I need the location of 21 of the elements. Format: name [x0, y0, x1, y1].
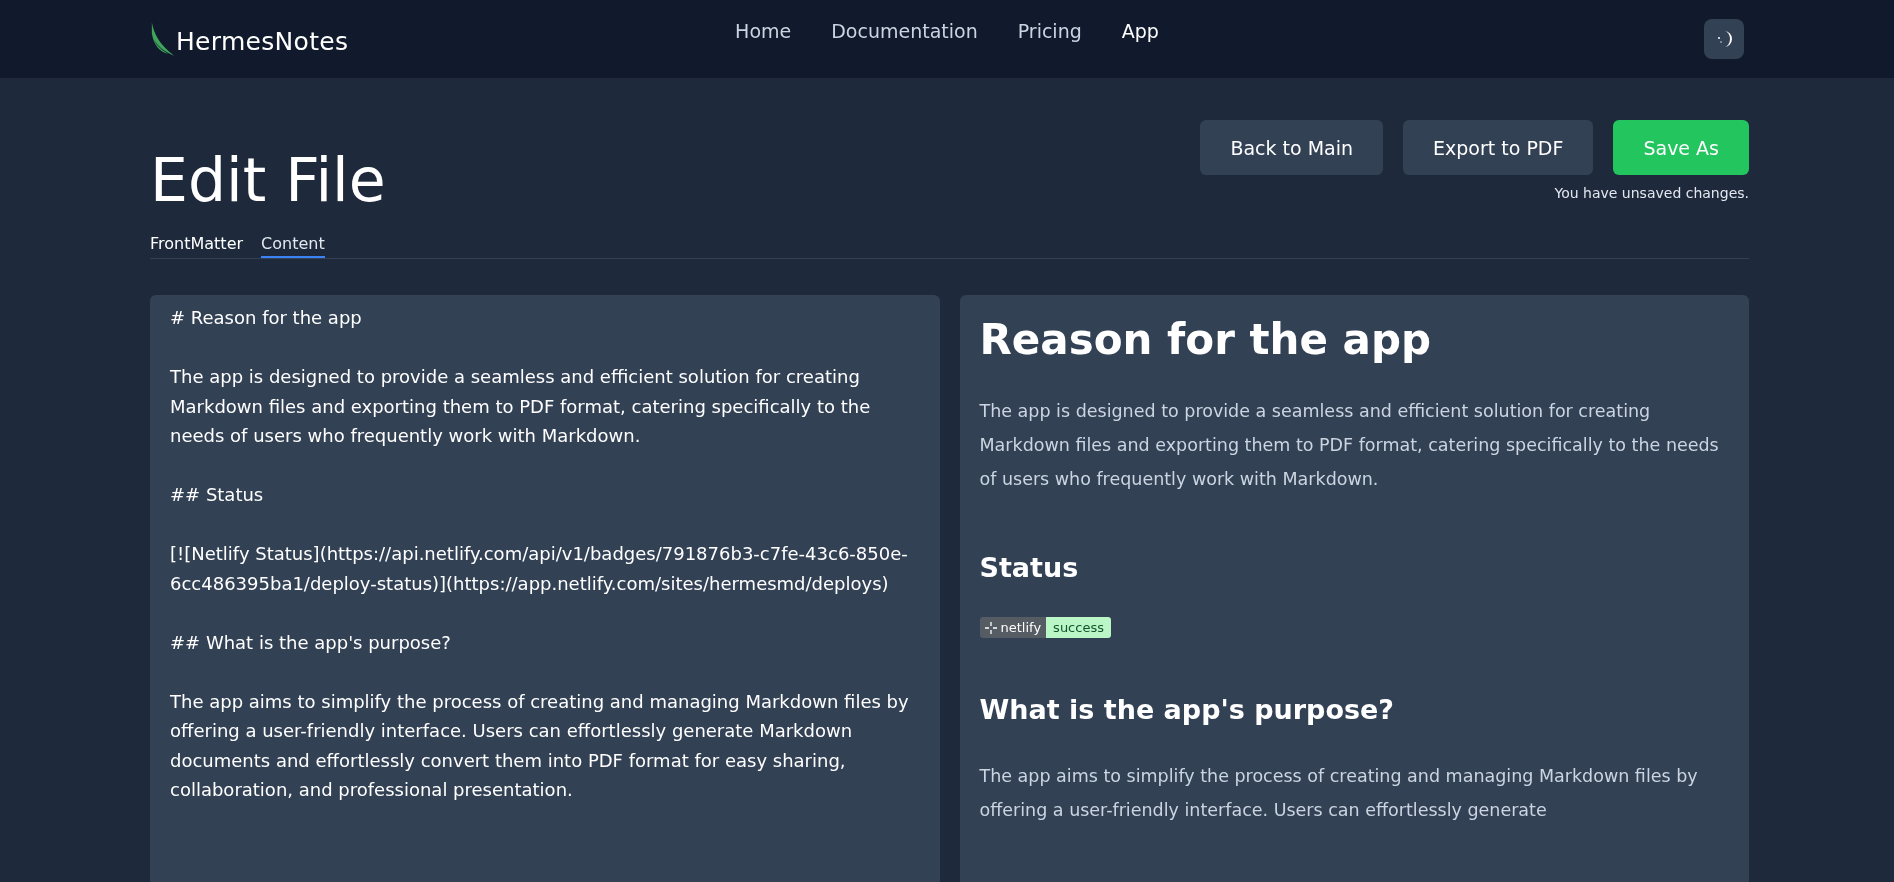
badge-service-text: netlify	[1000, 620, 1042, 635]
sparkle-icon	[984, 621, 997, 634]
status-badge-value: success	[1046, 617, 1111, 638]
nav-link[interactable]: App	[1121, 20, 1159, 42]
tab[interactable]: FrontMatter	[150, 234, 244, 258]
nav-link[interactable]: Pricing	[1017, 20, 1082, 42]
markdown-editor-field[interactable]: # Reason for the app The app is designed to provide a seamless and efficient solution for creating Markdown files and exporting them to PDF format, catering specifically to the needs of users who frequently work with Markdown. ## Status [![Netlify Status](https://api.netlify.com/api/v1/badges/791876b3-c7fe-43c6-850e-6cc486395ba1/deploy-status)](https://app.netlify.com/sites/hermesmd/deploys) ## What is the app's purpose? The app aims to simplify the process of creating and managing Markdown files by offering a user-friendly interface. Users can effortlessly generate Markdown documents and effortlessly convert them into PDF format for easy sharing, collaboration, and professional presentation.	[150, 295, 940, 882]
preview-subheading: What is the app's purpose?	[979, 694, 1395, 725]
tab[interactable]: Content	[261, 234, 325, 258]
logo-text[interactable]: HermesNotes	[176, 27, 349, 56]
nav-link[interactable]: Documentation	[831, 20, 978, 42]
theme-toggle-button[interactable]	[1704, 19, 1744, 59]
action-button[interactable]: Back to Main	[1200, 120, 1384, 175]
preview-heading: Reason for the app	[979, 315, 1433, 364]
page-title: Edit File	[150, 150, 386, 210]
preview-paragraph: The app is designed to provide a seamless and efficient solution for creating Markdown files and exporting them to PDF format, catering specifically to the needs of users who frequently work with Markdown.	[979, 400, 1720, 491]
action-button[interactable]: Export to PDF	[1403, 120, 1594, 175]
unsaved-notice: You have unsaved changes.	[1554, 185, 1749, 201]
preview-subheading: Status	[979, 552, 1080, 583]
preview-paragraph: The app aims to simplify the process of creating and managing Markdown files by offering a user-friendly interface. Users can effortlessly generate	[979, 765, 1699, 822]
nav-link[interactable]: Home	[735, 20, 792, 42]
